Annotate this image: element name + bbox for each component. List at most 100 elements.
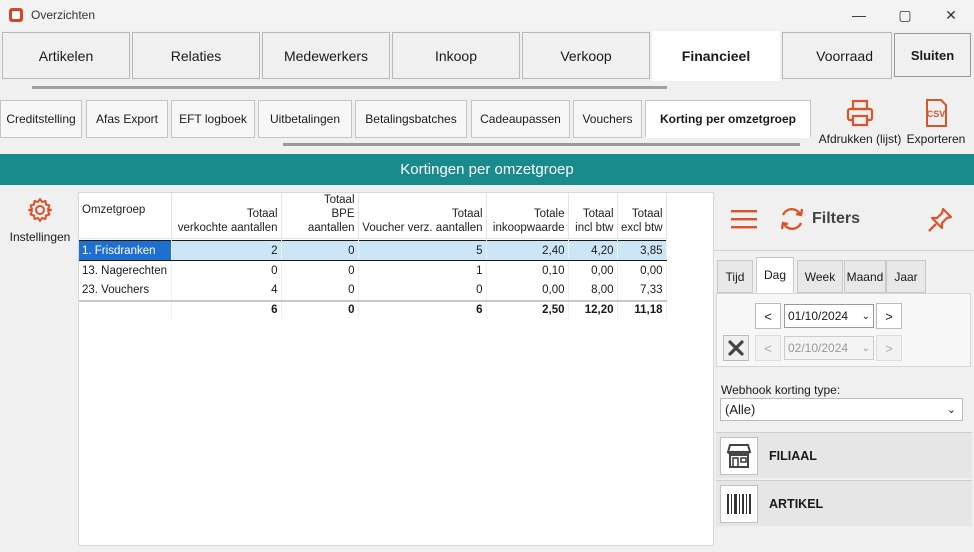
sub-tabs-scrollbar[interactable] bbox=[283, 143, 800, 146]
export-label: Exporteren bbox=[906, 132, 966, 146]
sluiten-button[interactable]: Sluiten bbox=[894, 33, 971, 77]
filter-panel: Filters Tijd Dag Week Maand Jaar < 01/10… bbox=[714, 186, 974, 552]
barcode-icon bbox=[720, 484, 758, 523]
prev-date-to-button[interactable]: < bbox=[755, 335, 781, 361]
tab-relaties[interactable]: Relaties bbox=[132, 32, 260, 79]
cell: 0 bbox=[281, 280, 359, 301]
prev-date-button[interactable]: < bbox=[755, 303, 781, 329]
cell-omzetgroep: 13. Nagerechten bbox=[79, 260, 172, 281]
group-filiaal[interactable]: FILIAAL bbox=[716, 432, 972, 478]
group-artikel-label: ARTIKEL bbox=[769, 496, 824, 511]
cell: 0 bbox=[171, 260, 282, 281]
group-filiaal-label: FILIAAL bbox=[769, 448, 817, 463]
subtab-cadeaupassen[interactable]: Cadeaupassen bbox=[471, 100, 570, 138]
col-inkoopwaarde[interactable]: Totale inkoopwaarde bbox=[486, 193, 569, 239]
cell-omzetgroep: 1. Frisdranken bbox=[79, 240, 172, 261]
total-cell: 12,20 bbox=[568, 299, 618, 319]
tab-voorraad[interactable]: Voorraad bbox=[782, 32, 892, 79]
printer-icon bbox=[846, 99, 874, 127]
table-row[interactable]: 13. Nagerechten 0 0 1 0,10 0,00 0,00 bbox=[79, 260, 667, 281]
group-artikel[interactable]: ARTIKEL bbox=[716, 480, 972, 526]
col-verkochte-aantallen[interactable]: Totaal verkochte aantallen bbox=[171, 193, 282, 239]
subtab-korting-per-omzetgroep[interactable]: Korting per omzetgroep bbox=[645, 100, 811, 138]
cell: 1 bbox=[358, 260, 487, 281]
subtab-creditstelling[interactable]: Creditstelling bbox=[0, 100, 82, 138]
date-from-value: 01/10/2024 bbox=[788, 309, 849, 323]
date-from-input[interactable]: 01/10/2024 ⌄ bbox=[784, 304, 874, 328]
gear-icon bbox=[28, 198, 52, 222]
clear-date-button[interactable] bbox=[723, 335, 749, 361]
print-label: Afdrukken (lijst) bbox=[818, 132, 902, 146]
pin-icon[interactable] bbox=[926, 206, 954, 234]
totals-row: 6 0 6 2,50 12,20 11,18 bbox=[79, 299, 667, 319]
chevron-down-icon: ⌄ bbox=[861, 310, 870, 322]
instellingen-button[interactable]: Instellingen bbox=[4, 196, 76, 244]
minimize-button[interactable]: — bbox=[836, 0, 882, 30]
tab-verkoop[interactable]: Verkoop bbox=[522, 32, 650, 79]
tab-financieel[interactable]: Financieel bbox=[652, 31, 780, 81]
date-to-value: 02/10/2024 bbox=[788, 341, 849, 355]
period-tab-maand[interactable]: Maand bbox=[844, 260, 886, 293]
csv-file-icon: CSV bbox=[926, 99, 947, 127]
chevron-down-icon: ⌄ bbox=[946, 404, 956, 416]
export-button[interactable]: CSV Exporteren bbox=[905, 98, 967, 146]
date-range-box: < 01/10/2024 ⌄ > < 02/10/2024 ⌄ > bbox=[716, 293, 971, 367]
total-cell: 2,50 bbox=[486, 299, 569, 319]
tab-medewerkers[interactable]: Medewerkers bbox=[262, 32, 390, 79]
period-tab-dag[interactable]: Dag bbox=[756, 257, 794, 293]
table-row[interactable]: 23. Vouchers 4 0 0 0,00 8,00 7,33 bbox=[79, 280, 667, 301]
subtab-uitbetalingen[interactable]: Uitbetalingen bbox=[258, 100, 352, 138]
period-tab-tijd[interactable]: Tijd bbox=[717, 260, 753, 293]
col-incl-btw[interactable]: Totaal incl btw bbox=[568, 193, 618, 239]
subtab-betalingsbatches[interactable]: Betalingsbatches bbox=[355, 100, 467, 138]
print-button[interactable]: Afdrukken (lijst) bbox=[818, 98, 902, 146]
chevron-down-icon: ⌄ bbox=[861, 342, 870, 354]
main-tabs-scrollbar[interactable] bbox=[32, 86, 667, 89]
col-excl-btw[interactable]: Totaal excl btw bbox=[617, 193, 667, 239]
tab-inkoop[interactable]: Inkoop bbox=[392, 32, 520, 79]
cell: 4 bbox=[171, 280, 282, 301]
webhook-value: (Alle) bbox=[725, 402, 756, 417]
subtab-eft-logboek[interactable]: EFT logboek bbox=[171, 100, 255, 138]
total-cell: 6 bbox=[358, 299, 487, 319]
filters-header: Filters bbox=[714, 186, 974, 251]
refresh-icon[interactable] bbox=[778, 205, 806, 233]
app-icon bbox=[9, 8, 23, 22]
cell-omzetgroep: 23. Vouchers bbox=[79, 280, 172, 301]
col-voucher-aantallen[interactable]: Totaal Voucher verz. aantallen bbox=[358, 193, 487, 239]
cell: 0,00 bbox=[568, 260, 618, 281]
subtab-afas-export[interactable]: Afas Export bbox=[86, 100, 168, 138]
cell: 8,00 bbox=[568, 280, 618, 301]
cell: 0,10 bbox=[486, 260, 569, 281]
close-window-button[interactable]: ✕ bbox=[928, 0, 974, 30]
next-date-button[interactable]: > bbox=[876, 303, 902, 329]
table-row[interactable]: 1. Frisdranken 2 0 5 2,40 4,20 3,85 bbox=[79, 240, 667, 261]
hamburger-menu-icon[interactable] bbox=[731, 208, 757, 230]
date-to-input[interactable]: 02/10/2024 ⌄ bbox=[784, 336, 874, 360]
svg-text:CSV: CSV bbox=[927, 109, 946, 119]
maximize-button[interactable]: ▢ bbox=[882, 0, 928, 30]
cell: 4,20 bbox=[568, 240, 618, 261]
clear-x-icon bbox=[728, 340, 744, 356]
sub-tabs-area: Creditstelling Afas Export EFT logboek U… bbox=[0, 96, 974, 153]
col-bpe-aantallen[interactable]: Totaal BPE aantallen bbox=[281, 193, 359, 239]
cell: 0 bbox=[281, 260, 359, 281]
subtab-vouchers[interactable]: Vouchers bbox=[573, 100, 642, 138]
title-bar: Overzichten — ▢ ✕ bbox=[0, 0, 974, 30]
period-tab-jaar[interactable]: Jaar bbox=[886, 260, 926, 293]
store-icon bbox=[720, 436, 758, 475]
cell: 0,00 bbox=[617, 260, 667, 281]
cell: 2,40 bbox=[486, 240, 569, 261]
total-cell bbox=[79, 299, 172, 319]
window-title: Overzichten bbox=[31, 8, 96, 22]
next-date-to-button[interactable]: > bbox=[876, 335, 902, 361]
page-title: Kortingen per omzetgroep bbox=[0, 154, 974, 185]
total-cell: 6 bbox=[171, 299, 282, 319]
total-cell: 11,18 bbox=[617, 299, 667, 319]
tab-artikelen[interactable]: Artikelen bbox=[2, 32, 130, 79]
webhook-type-select[interactable]: (Alle) ⌄ bbox=[720, 398, 963, 421]
cell: 2 bbox=[171, 240, 282, 261]
period-tab-week[interactable]: Week bbox=[797, 260, 843, 293]
col-omzetgroep[interactable]: Omzetgroep bbox=[79, 193, 172, 239]
webhook-label: Webhook korting type: bbox=[721, 383, 841, 397]
